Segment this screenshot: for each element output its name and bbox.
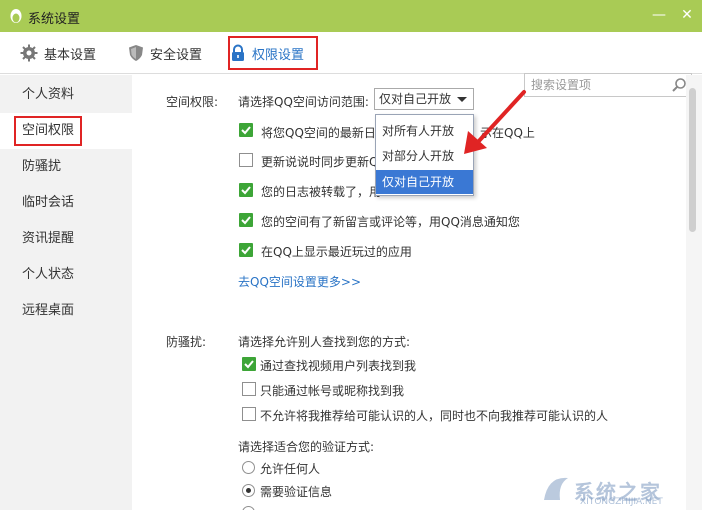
radio-allow-anyone[interactable] [242, 461, 255, 474]
watermark-url: XITONGZHIJIA.NET [580, 497, 663, 507]
option-text: 在QQ上显示最近玩过的应用 [261, 245, 412, 259]
title-bar: 系统设置 — ✕ [0, 0, 702, 32]
space-scope-select[interactable]: 仅对自己开放 [374, 88, 474, 110]
radio-partial-hidden[interactable] [242, 506, 255, 510]
search-icon[interactable] [671, 77, 687, 93]
qq-penguin-icon [10, 9, 22, 23]
shield-icon [129, 45, 143, 61]
checkbox-no-recommend[interactable] [242, 407, 256, 421]
more-space-settings-link[interactable]: 去QQ空间设置更多>> [238, 273, 361, 290]
option-text: 通过查找视频用户列表找到我 [260, 359, 417, 373]
dropdown-option-self-only[interactable]: 仅对自己开放 [376, 170, 473, 194]
check-icon [241, 126, 251, 135]
highlight-box-space-permission [14, 116, 82, 146]
verify-prompt: 请选择适合您的验证方式: [238, 440, 375, 454]
checkbox-show-recent-apps[interactable] [239, 243, 253, 257]
tab-basic-settings[interactable]: 基本设置 [20, 32, 96, 74]
check-icon [241, 186, 251, 195]
check-icon [241, 216, 251, 225]
checkbox-sync-status[interactable] [239, 153, 253, 167]
sidebar-item-temp-session[interactable]: 临时会话 [0, 185, 132, 221]
option-text: 需要验证信息 [260, 485, 333, 499]
close-button[interactable]: ✕ [676, 5, 698, 25]
option-text: 将您QQ空间的最新日 [261, 126, 376, 140]
option-text: 您的空间有了新留言或评论等，用QQ消息通知您 [261, 215, 520, 229]
space-scope-prompt: 请选择QQ空间访问范围: [238, 95, 369, 109]
sidebar-item-personal-status[interactable]: 个人状态 [0, 257, 132, 293]
dropdown-option-everyone[interactable]: 对所有人开放 [376, 119, 473, 143]
harass-section-label: 防骚扰: [166, 335, 207, 349]
sidebar-item-remote-desktop[interactable]: 远程桌面 [0, 293, 132, 329]
sidebar-item-profile[interactable]: 个人资料 [0, 77, 132, 113]
sidebar-item-anti-harassment[interactable]: 防骚扰 [0, 149, 132, 185]
chevron-down-icon [457, 97, 467, 102]
find-prompt: 请选择允许别人查找到您的方式: [238, 335, 411, 349]
settings-toolbar: 基本设置 安全设置 权限设置 [0, 32, 702, 97]
tab-label: 基本设置 [44, 47, 97, 63]
checkbox-space-latest-log[interactable] [239, 123, 253, 137]
dropdown-option-some-people[interactable]: 对部分人开放 [376, 144, 473, 168]
option-text: 更新说说时同步更新Q [261, 155, 379, 169]
checkbox-find-by-video-list[interactable] [242, 357, 256, 371]
checkbox-log-reposted[interactable] [239, 183, 253, 197]
check-icon [241, 246, 251, 255]
check-icon [244, 360, 254, 369]
space-scope-dropdown: 对所有人开放 对部分人开放 仅对自己开放 [375, 114, 474, 196]
option-text: 不允许将我推荐给可能认识的人，同时也不向我推荐可能认识的人 [260, 409, 609, 423]
select-value: 仅对自己开放 [379, 92, 452, 106]
tab-label: 安全设置 [150, 47, 203, 63]
checkbox-new-message-notify[interactable] [239, 213, 253, 227]
scrollbar-thumb[interactable] [689, 88, 696, 232]
option-text: 您的日志被转载了，用 [261, 185, 382, 199]
checkbox-find-by-account-only[interactable] [242, 382, 256, 396]
sidebar-item-news-reminder[interactable]: 资讯提醒 [0, 221, 132, 257]
gear-icon [20, 44, 38, 62]
radio-require-verification[interactable] [242, 484, 255, 497]
space-section-label: 空间权限: [166, 95, 219, 109]
option-text: 只能通过帐号或昵称找到我 [260, 384, 405, 398]
highlight-box-permission-tab [228, 36, 318, 70]
search-box [524, 73, 692, 97]
minimize-button[interactable]: — [648, 5, 670, 25]
tab-security-settings[interactable]: 安全设置 [128, 32, 202, 74]
option-text: 允许任何人 [260, 462, 321, 476]
window-title: 系统设置 [28, 12, 81, 27]
search-input[interactable] [525, 74, 665, 96]
option-text: 示在QQ上 [480, 126, 535, 140]
